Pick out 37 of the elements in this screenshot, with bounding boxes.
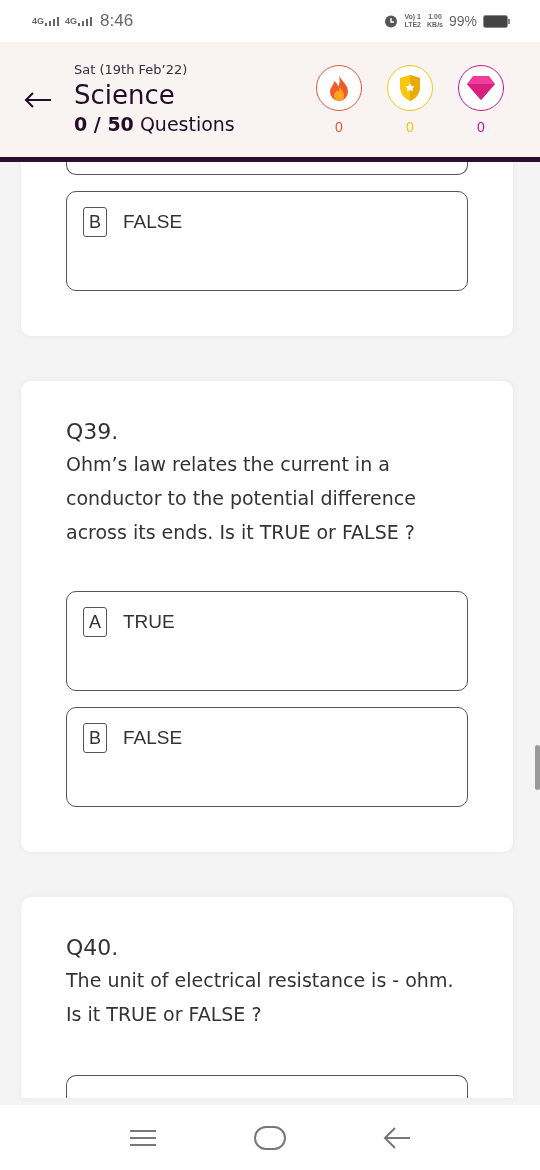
subject-title: Science [74,79,176,111]
battery-icon [483,14,510,28]
gem-icon [466,74,496,101]
answer-option[interactable] [66,1075,468,1098]
answer-option[interactable] [66,162,468,175]
signal-icon [78,16,93,26]
alarm-icon [384,14,399,28]
answer-option[interactable]: A TRUE [66,591,468,691]
menu-icon[interactable] [128,1128,157,1147]
shield-icon [398,73,422,102]
answer-option[interactable]: B FALSE [66,707,468,807]
badge-count: 0 [406,118,414,135]
badge-circle[interactable] [458,64,504,111]
back-icon[interactable] [383,1125,412,1150]
question-text: Ohm’s law relates the current in a conductor to the potential difference across its ends. Is it TRUE or FALSE ? [66,452,417,545]
option-label: TRUE [123,610,175,634]
question-text: The unit of electrical resistance is - ohm. Is it TRUE or FALSE ? [66,968,455,1027]
battery-percent: 99% [448,13,477,29]
option-letter: B [83,723,107,753]
option-letter: A [83,607,107,637]
network-label: 4G [32,16,44,26]
option-letter: B [83,207,107,237]
question-number: Q39. [66,418,120,446]
network-label: 4G [65,16,78,26]
option-label: FALSE [123,210,183,234]
back-arrow-icon[interactable] [24,91,52,108]
question-number: Q40. [66,934,120,962]
quiz-date: Sat (19th Feb’22) [74,62,189,77]
option-label: FALSE [123,726,183,750]
signal-icon [45,16,59,26]
answer-option[interactable]: B FALSE [66,191,468,291]
badge-count: 0 [477,118,485,135]
clock-time: 8:46 [100,11,134,31]
badge-count: 0 [335,118,343,135]
scrollbar-thumb [535,745,540,790]
home-icon[interactable] [254,1125,286,1150]
badge-circle[interactable] [316,64,362,111]
